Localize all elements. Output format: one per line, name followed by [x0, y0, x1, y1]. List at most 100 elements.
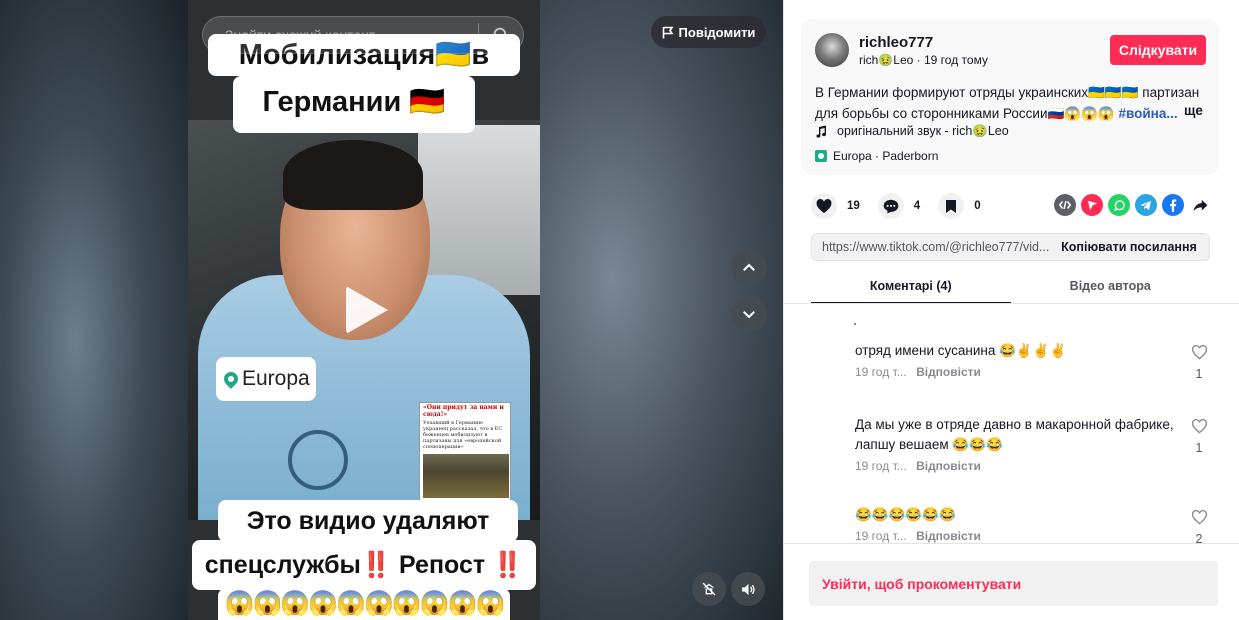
comment-like-count: 1	[1195, 367, 1203, 381]
video-caption-line-2: Германии 🇩🇪	[233, 76, 475, 133]
location-pin-icon	[221, 369, 241, 389]
comment-time: 19 год т...	[855, 365, 907, 379]
comment-like-count: 1	[1195, 441, 1203, 455]
video-caption-line-3: Это видио удаляют	[218, 500, 518, 542]
comment-time: 19 год т...	[855, 529, 907, 543]
comment-input-divider	[783, 543, 1239, 544]
comment-item: Да мы уже в отряде давно в макаронной фа…	[855, 415, 1205, 473]
comment-item: отряд имени сусанина 😂✌️✌️✌️ 19 год т...…	[855, 341, 1205, 379]
video-hoodie-logo	[288, 430, 348, 490]
reply-button[interactable]: Відповісти	[916, 365, 981, 379]
heart-outline-icon	[1191, 418, 1207, 434]
video-news-clipping: «Они придут за нами и сюда!» Уехавший в …	[419, 402, 511, 502]
comment-icon	[877, 193, 904, 219]
save-stat[interactable]: 0	[938, 193, 981, 219]
chevron-down-icon	[743, 311, 755, 319]
bookmark-icon	[938, 193, 965, 219]
comment-like-count: 2	[1195, 532, 1203, 543]
author-username[interactable]: richleo777	[859, 34, 933, 51]
heart-outline-icon	[1191, 509, 1207, 525]
video-caption-line-4: спецслужбы‼️ Репост ‼️ 😱	[192, 540, 536, 620]
comment-text: отряд имени сусанина 😂✌️✌️✌️	[855, 343, 1067, 358]
telegram-icon[interactable]	[1135, 194, 1157, 216]
music-note-icon	[816, 125, 827, 138]
copy-link-box: https://www.tiktok.com/@richleo777/vid..…	[811, 233, 1210, 261]
comment-meta: 19 год т... Відповісти	[855, 365, 1205, 379]
share-arrow-icon[interactable]	[1189, 194, 1211, 216]
music-link[interactable]: оригінальний звук - rich🤢Leo	[815, 124, 1009, 139]
reply-button[interactable]: Відповісти	[916, 459, 981, 473]
location-pin-icon	[815, 150, 827, 162]
video-location-label: Europa	[242, 367, 310, 390]
flag-icon	[662, 26, 674, 38]
search-input[interactable]	[203, 17, 478, 53]
post-info-card: richleo777 rich🤢Leo · 19 год тому Слідку…	[801, 19, 1219, 175]
music-label: оригінальний звук - rich🤢Leo	[837, 124, 1009, 138]
video-location-sticker: Europa	[216, 357, 316, 401]
comment-like[interactable]: 1	[1187, 418, 1211, 455]
search-bar[interactable]	[202, 16, 524, 54]
floating-player-icon	[702, 582, 716, 596]
login-to-comment-button[interactable]: Увійти, щоб прокоментувати	[809, 561, 1218, 606]
hashtag-link[interactable]: #война...	[1119, 106, 1178, 121]
background-blur-left	[0, 0, 188, 620]
volume-icon	[741, 583, 755, 595]
reply-button[interactable]: Відповісти	[916, 529, 981, 543]
separator-dot: ·	[916, 53, 924, 67]
comment-stat[interactable]: 4	[877, 193, 921, 219]
post-description: В Германии формируют отряды украинских🇺🇦…	[815, 82, 1209, 124]
heart-outline-icon	[1191, 344, 1207, 360]
facebook-icon[interactable]	[1162, 194, 1184, 216]
video-car-window	[418, 125, 540, 295]
video-stage: «Они придут за нами и сюда!» Уехавший в …	[0, 0, 783, 620]
copy-link-button[interactable]: Копіювати посилання	[1049, 234, 1209, 260]
chevron-up-icon	[743, 263, 755, 271]
like-count: 19	[847, 200, 860, 212]
comment-text: Да мы уже в отряде давно в макаронной фа…	[855, 417, 1174, 452]
post-time: 19 год тому	[924, 53, 988, 67]
whatsapp-icon[interactable]	[1108, 194, 1130, 216]
save-count: 0	[974, 200, 981, 212]
comment-meta: 19 год т... Відповісти	[855, 459, 1205, 473]
search-icon[interactable]	[479, 17, 523, 53]
tabs-divider	[784, 303, 1239, 304]
volume-button[interactable]	[731, 572, 765, 606]
location-chip-label: Europa · Paderborn	[833, 149, 939, 163]
comment-time: 19 год т...	[855, 459, 907, 473]
video-url[interactable]: https://www.tiktok.com/@richleo777/vid..…	[812, 240, 1049, 254]
tab-comments[interactable]: Коментарі (4)	[811, 272, 1011, 304]
comment-count: 4	[913, 200, 921, 212]
news-clipping-title: «Они придут за нами и сюда!»	[423, 404, 504, 418]
location-chip[interactable]: Europa · Paderborn	[815, 149, 938, 163]
comment-item: 😂😂😂😂😂😂 19 год т... Відповісти	[855, 505, 1205, 543]
more-button[interactable]: ще	[1184, 103, 1203, 118]
author-subline: rich🤢Leo · 19 год тому	[859, 53, 988, 67]
comment-like[interactable]: 1	[1187, 344, 1211, 381]
comment-list[interactable]: отряд имени сусанина 😂✌️✌️✌️ 19 год т...…	[784, 305, 1239, 543]
video-person-hair	[283, 140, 423, 210]
comment-text: 😂😂😂😂😂😂	[855, 507, 956, 522]
tab-author-videos[interactable]: Відео автора	[1011, 272, 1211, 304]
news-clipping-photo	[423, 454, 509, 498]
follow-button[interactable]: Слідкувати	[1110, 35, 1206, 65]
like-stat[interactable]: 19	[811, 193, 860, 219]
comment-meta: 19 год т... Відповісти	[855, 529, 1205, 543]
share-row	[1054, 194, 1211, 216]
embed-icon[interactable]	[1054, 194, 1076, 216]
comment-avatar-placeholder	[854, 323, 856, 325]
comment-like[interactable]: 2	[1187, 509, 1211, 543]
news-clipping-body: Уехавший в Германию украинец рассказал, …	[423, 419, 503, 450]
play-icon[interactable]	[346, 286, 388, 334]
previous-video-button[interactable]	[731, 250, 767, 286]
avatar[interactable]	[815, 33, 849, 67]
send-icon[interactable]	[1081, 194, 1103, 216]
engagement-stats: 19 4 0	[811, 193, 999, 219]
report-label: Повідомити	[678, 24, 756, 40]
panel-tabs: Коментарі (4) Відео автора	[811, 272, 1210, 304]
video-caption-line-5: 😱😱😱😱😱😱😱😱😱😱	[218, 588, 510, 620]
report-button[interactable]: Повідомити	[651, 16, 766, 48]
author-display-name: rich🤢Leo	[859, 53, 914, 67]
details-panel: richleo777 rich🤢Leo · 19 год тому Слідку…	[783, 0, 1239, 620]
next-video-button[interactable]	[731, 296, 767, 332]
floating-player-button[interactable]	[692, 572, 726, 606]
